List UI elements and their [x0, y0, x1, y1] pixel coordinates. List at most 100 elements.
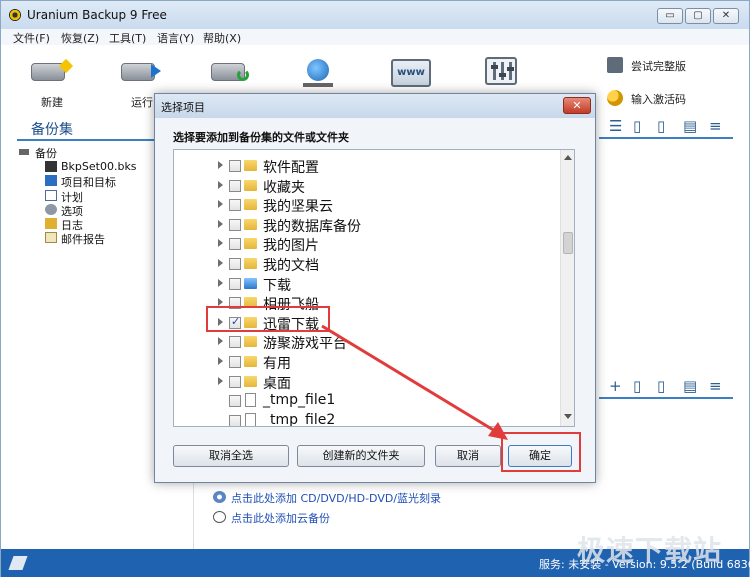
- expand-arrow-icon[interactable]: [218, 337, 223, 346]
- dialog-close-button[interactable]: ✕: [563, 97, 591, 114]
- list-view-icon[interactable]: ☰: [609, 117, 622, 135]
- expand-arrow-icon[interactable]: [218, 278, 223, 287]
- file-icon: [245, 393, 256, 408]
- expand-arrow-icon[interactable]: [218, 161, 223, 169]
- tree-row-item[interactable]: 我的数据库备份: [174, 215, 560, 235]
- expand-arrow-icon[interactable]: [218, 298, 223, 307]
- menu-help[interactable]: 帮助(X): [203, 30, 241, 46]
- maximize-button[interactable]: ▢: [685, 8, 711, 24]
- file-tree-list[interactable]: 软件配置收藏夹我的坚果云我的数据库备份我的图片我的文档下载相册飞船迅雷下载游聚游…: [173, 149, 575, 427]
- delete-destination-icon[interactable]: ▤: [683, 377, 697, 395]
- item-checkbox[interactable]: [229, 179, 241, 192]
- clear-selection-button[interactable]: 取消全选: [173, 445, 289, 467]
- destination-menu-icon[interactable]: ≡: [709, 377, 722, 395]
- scroll-up-arrow-icon[interactable]: [564, 155, 572, 160]
- highlight-box-ok-button: [501, 432, 581, 472]
- monitor-base-icon: [303, 83, 333, 87]
- tree-row-item[interactable]: 收藏夹: [174, 176, 560, 196]
- item-checkbox[interactable]: [229, 414, 241, 426]
- menu-language[interactable]: 语言(Y): [157, 30, 194, 46]
- tree-row-item[interactable]: 游聚游戏平台: [174, 332, 560, 352]
- scroll-thumb[interactable]: [563, 232, 573, 254]
- tree-row-item[interactable]: 我的坚果云: [174, 195, 560, 215]
- backup-sets-divider: [17, 139, 177, 141]
- folder-icon: [244, 356, 257, 367]
- tree-row-item[interactable]: 我的文档: [174, 254, 560, 274]
- item-checkbox[interactable]: [229, 277, 241, 290]
- menu-file[interactable]: 文件(F): [13, 30, 50, 46]
- minimize-button[interactable]: ▭: [657, 8, 683, 24]
- item-checkbox[interactable]: [229, 375, 241, 388]
- scroll-down-arrow-icon[interactable]: [564, 414, 572, 419]
- item-checkbox[interactable]: [229, 199, 241, 212]
- item-checkbox[interactable]: [229, 218, 241, 231]
- tree-row-item[interactable]: 下载: [174, 274, 560, 294]
- menu-restore[interactable]: 恢复(Z): [61, 30, 99, 46]
- globe-icon: [307, 59, 329, 81]
- create-folder-button[interactable]: 创建新的文件夹: [297, 445, 425, 467]
- close-button[interactable]: ✕: [713, 8, 739, 24]
- folder-icon: [244, 179, 257, 191]
- item-name: 我的文档: [263, 258, 319, 274]
- cloud-icon: [213, 511, 226, 523]
- expand-arrow-icon[interactable]: [218, 180, 223, 189]
- item-checkbox[interactable]: [229, 336, 241, 349]
- expand-arrow-icon[interactable]: [218, 357, 223, 365]
- folder-icon: [244, 160, 257, 171]
- expand-arrow-icon[interactable]: [218, 376, 223, 385]
- menu-icon[interactable]: ≡: [709, 117, 722, 135]
- tree-row-item[interactable]: _tmp_file1: [174, 391, 560, 411]
- log-pencil-icon: [45, 218, 57, 229]
- try-full-label: 尝试完整版: [631, 60, 686, 73]
- settings-sliders-icon[interactable]: [485, 57, 517, 85]
- copy-doc-icon[interactable]: ▯: [657, 117, 665, 135]
- dialog-title-bar: 选择项目 ✕: [155, 94, 595, 118]
- tree-root-label: 备份: [35, 147, 57, 160]
- cancel-button[interactable]: 取消: [435, 445, 501, 467]
- items-targets-icon: [45, 175, 57, 186]
- tree-row-item[interactable]: 桌面: [174, 372, 560, 392]
- tree-row-item[interactable]: 我的图片: [174, 234, 560, 254]
- folder-icon: [244, 258, 257, 269]
- tree-item-label: 邮件报告: [61, 233, 105, 246]
- new-doc-icon[interactable]: ▯: [633, 117, 641, 135]
- vertical-scrollbar[interactable]: [560, 150, 574, 426]
- tree-item-label: 项目和目标: [61, 176, 116, 189]
- folder-icon: [244, 218, 257, 230]
- enter-code-label: 输入激活码: [631, 93, 686, 106]
- dialog-title: 选择项目: [161, 101, 205, 114]
- restore-green-arrow-icon: [237, 69, 249, 81]
- item-checkbox[interactable]: [229, 395, 241, 408]
- menu-tools[interactable]: 工具(T): [109, 30, 146, 46]
- folder-icon: [244, 336, 257, 348]
- app-title: Uranium Backup 9 Free: [27, 8, 167, 22]
- item-checkbox[interactable]: [229, 238, 241, 251]
- item-checkbox[interactable]: [229, 160, 241, 172]
- expand-arrow-icon[interactable]: [218, 239, 223, 248]
- item-name: 游聚游戏平台: [263, 336, 347, 353]
- folder-icon: [244, 238, 257, 250]
- www-icon[interactable]: www: [391, 59, 431, 87]
- item-checkbox[interactable]: [229, 356, 241, 368]
- item-checkbox[interactable]: [229, 258, 241, 270]
- file-icon: [245, 412, 256, 426]
- uranium-logo-icon: [9, 9, 21, 21]
- delete-icon[interactable]: ▤: [683, 117, 697, 135]
- tree-row-item[interactable]: 有用: [174, 352, 560, 372]
- tree-row-item[interactable]: _tmp_file2: [174, 411, 560, 426]
- tree-row-item[interactable]: 软件配置: [174, 156, 560, 176]
- watermark-text: 极速下载站: [577, 534, 723, 567]
- expand-arrow-icon[interactable]: [218, 200, 223, 209]
- gear-icon: [45, 204, 57, 215]
- add-icon[interactable]: +: [609, 377, 622, 395]
- panel-divider: [193, 481, 194, 549]
- package-icon: [607, 57, 623, 73]
- right-panel-divider-bottom: [599, 397, 733, 399]
- item-name: 我的数据库备份: [263, 218, 361, 235]
- expand-arrow-icon[interactable]: [218, 219, 223, 228]
- calendar-icon: [45, 190, 57, 201]
- new-destination-icon[interactable]: ▯: [633, 377, 641, 395]
- run-arrow-icon: [151, 64, 161, 78]
- copy-destination-icon[interactable]: ▯: [657, 377, 665, 395]
- expand-arrow-icon[interactable]: [218, 259, 223, 267]
